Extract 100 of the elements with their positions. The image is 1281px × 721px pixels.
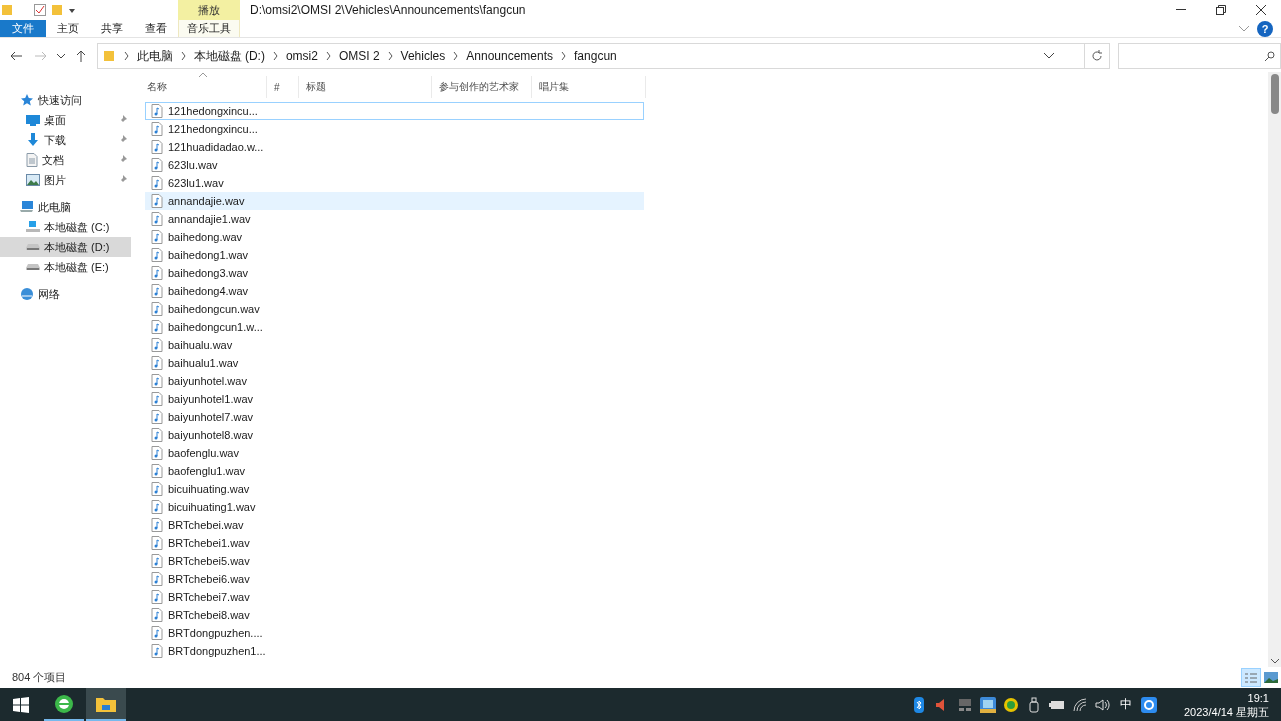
file-row[interactable]: annandajie1.wav: [145, 210, 644, 228]
file-row[interactable]: 623lu1.wav: [145, 174, 644, 192]
audio-file-icon: [151, 410, 163, 424]
clock-time: 19:1: [1247, 690, 1269, 705]
ribbon-tab[interactable]: 文件: [0, 20, 46, 37]
audio-file-icon: [151, 626, 163, 640]
volume-icon: [1094, 697, 1111, 712]
file-row[interactable]: baiyunhotel1.wav: [145, 390, 644, 408]
back-arrow-icon: [9, 51, 22, 61]
navigation-item[interactable]: 网络: [0, 284, 131, 304]
properties-icon[interactable]: [34, 4, 46, 16]
navigation-item[interactable]: 本地磁盘 (C:): [0, 217, 131, 237]
file-row[interactable]: baihualu1.wav: [145, 354, 644, 372]
file-row[interactable]: BRTchebei8.wav: [145, 606, 644, 624]
file-row[interactable]: baofenglu1.wav: [145, 462, 644, 480]
file-row[interactable]: BRTchebei5.wav: [145, 552, 644, 570]
breadcrumb[interactable]: fangcun: [570, 49, 621, 63]
file-row[interactable]: baihedong4.wav: [145, 282, 644, 300]
breadcrumb[interactable]: omsi2: [281, 49, 322, 63]
address-field[interactable]: 此电脑 本地磁盘 (D:) omsi2 OMSI 2 Vehicles Announcements fangcun: [96, 43, 1086, 69]
input-method-indicator[interactable]: 中: [1119, 696, 1132, 713]
chevron-icon[interactable]: [180, 52, 186, 60]
help-button[interactable]: ?: [1257, 21, 1273, 37]
file-explorer-taskbar-button[interactable]: [86, 688, 126, 721]
file-row[interactable]: baiyunhotel.wav: [145, 372, 644, 390]
breadcrumb[interactable]: Vehicles: [396, 49, 450, 63]
audio-file-icon: [151, 104, 163, 118]
file-row[interactable]: baihualu.wav: [145, 336, 644, 354]
audio-file-icon: [151, 176, 163, 190]
file-row[interactable]: BRTdongpuzhen....: [145, 624, 644, 642]
file-row[interactable]: baihedongcun1.w...: [145, 318, 644, 336]
file-row[interactable]: 121huadidadao.w...: [145, 138, 644, 156]
file-row[interactable]: baiyunhotel7.wav: [145, 408, 644, 426]
column-header[interactable]: 名称: [140, 76, 267, 98]
file-row[interactable]: baihedong1.wav: [145, 246, 644, 264]
file-row[interactable]: baihedong.wav: [145, 228, 644, 246]
navigation-item[interactable]: 文档: [0, 150, 131, 170]
file-row[interactable]: BRTchebei.wav: [145, 516, 644, 534]
navigation-item[interactable]: 快速访问: [0, 90, 131, 110]
chevron-icon[interactable]: [453, 52, 459, 60]
file-row[interactable]: baofenglu.wav: [145, 444, 644, 462]
search-field[interactable]: [1117, 43, 1281, 69]
file-row[interactable]: BRTdongpuzhen1...: [145, 642, 644, 660]
contextual-tab-group: 播放: [178, 0, 240, 20]
drive-icon: [26, 263, 40, 271]
close-icon: [1256, 5, 1266, 15]
audio-file-icon: [151, 428, 163, 442]
scroll-down-icon[interactable]: [1270, 659, 1279, 664]
file-row[interactable]: 623lu.wav: [145, 156, 644, 174]
refresh-button[interactable]: [1085, 43, 1110, 69]
column-header[interactable]: #: [267, 76, 299, 98]
bluetooth-icon: [913, 696, 924, 713]
column-header[interactable]: 唱片集: [532, 76, 646, 98]
scrollbar[interactable]: [1268, 72, 1281, 667]
breadcrumb[interactable]: Announcements: [462, 49, 558, 63]
app-icon: [979, 696, 996, 713]
chevron-icon[interactable]: [387, 52, 393, 60]
folder-icon: [2, 4, 12, 16]
breadcrumb[interactable]: OMSI 2: [334, 49, 384, 63]
file-row[interactable]: BRTchebei7.wav: [145, 588, 644, 606]
audio-file-icon: [151, 122, 163, 136]
navigation-item[interactable]: 本地磁盘 (D:): [0, 237, 131, 257]
dropdown-icon[interactable]: [1044, 53, 1055, 59]
system-drive-icon: [26, 221, 40, 233]
sort-icon: [199, 73, 207, 78]
scrollbar-thumb[interactable]: [1270, 74, 1279, 114]
breadcrumb[interactable]: 此电脑: [132, 47, 177, 65]
ribbon-tab[interactable]: 音乐工具: [178, 20, 240, 37]
file-row[interactable]: 121hedongxincu...: [145, 102, 644, 120]
file-row[interactable]: annandajie.wav: [145, 192, 644, 210]
breadcrumb[interactable]: 本地磁盘 (D:): [189, 47, 269, 65]
file-row[interactable]: BRTchebei1.wav: [145, 534, 644, 552]
dropdown-icon[interactable]: [68, 6, 76, 14]
navigation-item[interactable]: 桌面: [0, 110, 131, 130]
audio-file-icon: [151, 536, 163, 550]
file-row[interactable]: baihedong3.wav: [145, 264, 644, 282]
file-row[interactable]: bicuihuating.wav: [145, 480, 644, 498]
expand-ribbon-icon[interactable]: [1239, 25, 1249, 32]
chevron-icon[interactable]: [561, 52, 567, 60]
file-row[interactable]: 121hedongxincu...: [145, 120, 644, 138]
file-row[interactable]: baihedongcun.wav: [145, 300, 644, 318]
item-count: 804 个项目: [12, 670, 67, 685]
audio-file-icon: [151, 590, 163, 604]
chevron-icon[interactable]: [272, 52, 278, 60]
navigation-item[interactable]: 下载: [0, 130, 131, 150]
file-row[interactable]: BRTchebei6.wav: [145, 570, 644, 588]
audio-file-icon: [151, 320, 163, 334]
chevron-icon[interactable]: [123, 52, 129, 60]
navigation-item[interactable]: 本地磁盘 (E:): [0, 257, 131, 277]
app-icon: [1140, 696, 1157, 713]
file-row[interactable]: baiyunhotel8.wav: [145, 426, 644, 444]
usb-icon: [1028, 696, 1039, 713]
navigation-item[interactable]: 此电脑: [0, 197, 131, 217]
navigation-item[interactable]: 图片: [0, 170, 131, 190]
audio-file-icon: [151, 212, 163, 226]
file-row[interactable]: bicuihuating1.wav: [145, 498, 644, 516]
chevron-icon[interactable]: [325, 52, 331, 60]
column-header[interactable]: 标题: [299, 76, 432, 98]
column-header[interactable]: 参与创作的艺术家: [432, 76, 532, 98]
minimize-icon: [1176, 9, 1186, 11]
